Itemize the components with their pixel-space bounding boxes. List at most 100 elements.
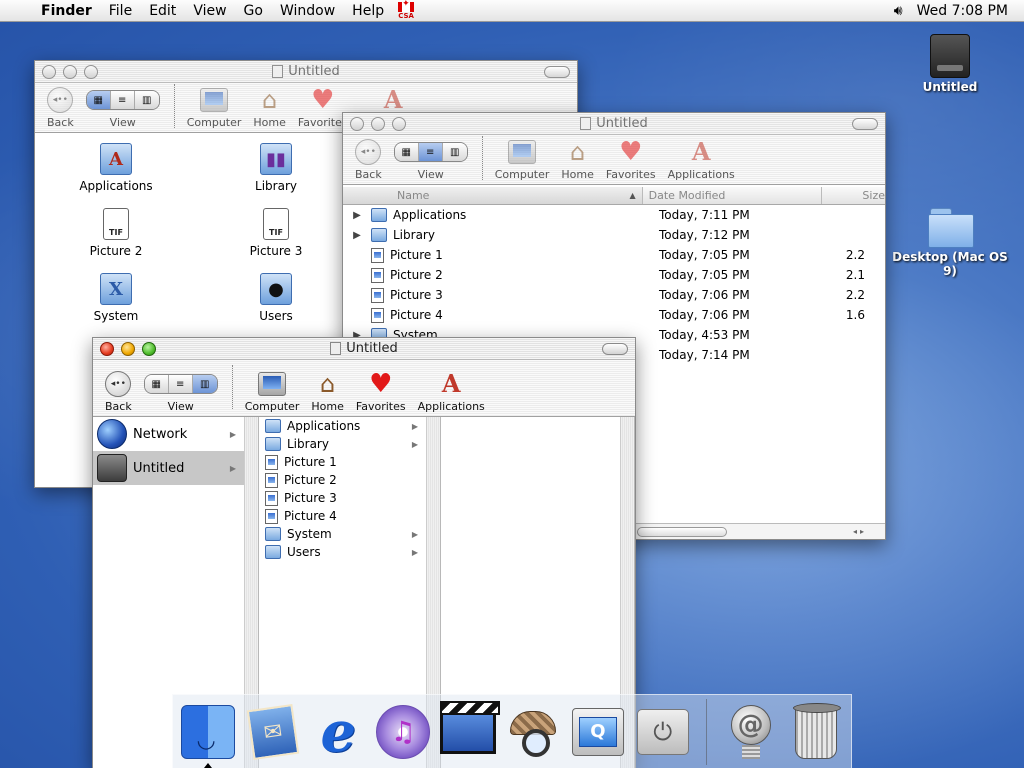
menu-view[interactable]: View [186, 0, 236, 22]
row-size: 2.2 [845, 288, 865, 302]
grid-item-library[interactable]: ▮▮ Library [216, 143, 336, 193]
column-item[interactable]: Applications ▶ [259, 417, 440, 435]
back-button[interactable]: ◂•• Back [105, 368, 132, 413]
drive-proxy-icon[interactable] [330, 342, 342, 355]
row-name: Library [393, 228, 435, 242]
home-button[interactable]: ⌂ Home [253, 84, 285, 129]
menu-edit[interactable]: Edit [142, 0, 186, 22]
column-header-date[interactable]: Date Modified [643, 187, 823, 204]
menubar-clock[interactable]: Wed 7:08 PM [917, 3, 1008, 19]
column-view-icon[interactable]: ▥ [442, 143, 467, 161]
applications-button[interactable]: AApplications [418, 368, 485, 414]
picture-file-icon [371, 267, 384, 283]
menu-go[interactable]: Go [237, 0, 273, 22]
dock-imovie[interactable] [439, 700, 501, 763]
list-row[interactable]: ▶ Applications Today, 7:11 PM [343, 205, 885, 225]
window-titlebar[interactable]: Untitled [343, 113, 885, 135]
grid-item-applications[interactable]: A Applications [56, 143, 176, 193]
dock-internet-explorer[interactable]: e [309, 701, 368, 763]
menu-help[interactable]: Help [345, 0, 394, 22]
icon-view-icon[interactable]: ▦ [144, 375, 169, 393]
favorites-button[interactable]: ♥ Favorites [298, 84, 348, 129]
applications-button[interactable]: AApplications [668, 136, 735, 182]
column-view-icon[interactable]: ▥ [192, 375, 217, 393]
computer-button[interactable]: Computer [187, 84, 241, 129]
dock-system-preferences[interactable]: ⏻ [633, 701, 692, 763]
minimize-button[interactable] [121, 342, 135, 356]
view-selector[interactable]: ▦ ≡ ▥ View [393, 136, 468, 181]
desktop-icon-mac-os-9[interactable]: Desktop (Mac OS 9) [890, 204, 1010, 278]
column-item[interactable]: Users ▶ [259, 543, 440, 561]
list-row[interactable]: Picture 2 Today, 7:05 PM 2.1 [343, 265, 885, 285]
dock-mail-at[interactable]: @ [721, 701, 780, 763]
zoom-button[interactable] [142, 342, 156, 356]
column-item[interactable]: Picture 4 [259, 507, 440, 525]
column-header-name[interactable]: Name [343, 187, 643, 204]
column-item[interactable]: Picture 3 [259, 489, 440, 507]
keyboard-layout-flag-icon[interactable]: CSA [398, 0, 415, 20]
dock-itunes[interactable]: ♫ [374, 701, 433, 763]
favorites-button[interactable]: ♥ Favorites [606, 136, 656, 181]
toolbar-toggle-button[interactable] [544, 66, 570, 78]
menu-finder[interactable]: Finder [34, 0, 102, 22]
icon-view-icon[interactable]: ▦ [86, 91, 111, 109]
icon-view-icon[interactable]: ▦ [394, 143, 419, 161]
back-button[interactable]: ◂•• Back [355, 136, 382, 181]
grid-item-picture-2[interactable]: TIF Picture 2 [56, 208, 176, 258]
close-button[interactable] [42, 65, 56, 79]
grid-item-picture-3[interactable]: TIF Picture 3 [216, 208, 336, 258]
minimize-button[interactable] [371, 117, 385, 131]
view-selector[interactable]: ▦ ≡ ▥ View [85, 84, 160, 129]
dock-mail[interactable]: ✉ [244, 701, 303, 763]
list-row[interactable]: Picture 4 Today, 7:06 PM 1.6 [343, 305, 885, 325]
scroll-arrows-icon[interactable]: ◂▸ [853, 527, 885, 536]
column-view-icon[interactable]: ▥ [134, 91, 159, 109]
drive-proxy-icon[interactable] [272, 65, 284, 78]
back-button[interactable]: ◂•• Back [47, 84, 74, 129]
dock-finder[interactable] [179, 701, 238, 768]
horizontal-scrollbar[interactable]: ◂▸ [633, 523, 885, 539]
close-button[interactable] [350, 117, 364, 131]
minimize-button[interactable] [63, 65, 77, 79]
window-titlebar[interactable]: Untitled [35, 61, 577, 83]
window-titlebar[interactable]: Untitled [93, 338, 635, 360]
zoom-button[interactable] [392, 117, 406, 131]
grid-item-system[interactable]: X System [56, 273, 176, 323]
menu-file[interactable]: File [102, 0, 142, 22]
list-row[interactable]: ▶ Library Today, 7:12 PM [343, 225, 885, 245]
list-view-icon[interactable]: ≡ [110, 91, 135, 109]
dock-quicktime[interactable]: Q [568, 701, 627, 763]
column-item[interactable]: System ▶ [259, 525, 440, 543]
grid-item-users[interactable]: ● Users [216, 273, 336, 323]
dock-trash[interactable] [786, 701, 845, 763]
menu-window[interactable]: Window [273, 0, 345, 22]
computer-button[interactable]: Computer [495, 136, 549, 181]
column-item[interactable]: Picture 1 [259, 453, 440, 471]
dock-sherlock[interactable] [504, 701, 563, 763]
desktop-icon-untitled[interactable]: Untitled [890, 34, 1010, 94]
favorites-button[interactable]: ♥ Favorites [356, 368, 406, 413]
toolbar-toggle-button[interactable] [602, 343, 628, 355]
list-row[interactable]: Picture 3 Today, 7:06 PM 2.2 [343, 285, 885, 305]
list-row[interactable]: Picture 1 Today, 7:05 PM 2.2 [343, 245, 885, 265]
column-item-network[interactable]: Network ▶ [93, 417, 258, 451]
drive-proxy-icon[interactable] [580, 117, 592, 130]
toolbar-toggle-button[interactable] [852, 118, 878, 130]
close-button[interactable] [100, 342, 114, 356]
list-view-icon[interactable]: ≡ [168, 375, 193, 393]
list-view-icon[interactable]: ≡ [418, 143, 443, 161]
home-button[interactable]: ⌂ Home [561, 136, 593, 181]
disclosure-triangle-icon[interactable]: ▶ [343, 230, 371, 241]
view-selector[interactable]: ▦ ≡ ▥ View [143, 368, 218, 413]
column-item[interactable]: Library ▶ [259, 435, 440, 453]
column-header-size[interactable]: Size [822, 187, 885, 204]
zoom-button[interactable] [84, 65, 98, 79]
volume-icon[interactable]: 🔊︎ [894, 3, 903, 19]
column-item[interactable]: Picture 2 [259, 471, 440, 489]
finder-icon [181, 704, 236, 759]
column-item-untitled[interactable]: Untitled ▶ [93, 451, 258, 485]
scrollbar-thumb[interactable] [637, 526, 727, 537]
home-button[interactable]: ⌂ Home [311, 368, 343, 413]
computer-button[interactable]: Computer [245, 368, 299, 413]
disclosure-triangle-icon[interactable]: ▶ [343, 210, 371, 221]
